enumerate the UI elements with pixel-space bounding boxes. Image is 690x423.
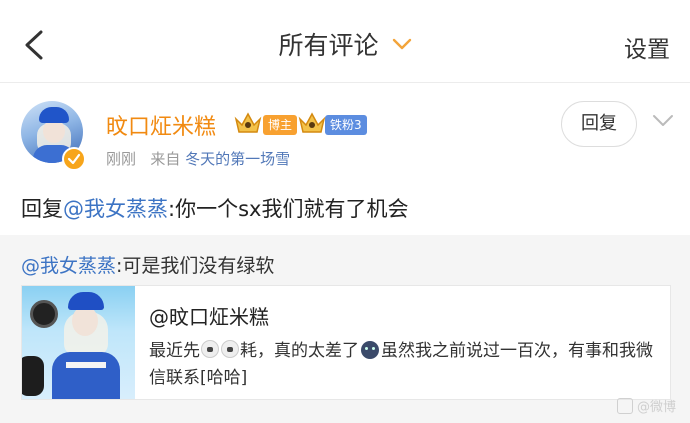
source-prefix: 来自 (150, 150, 181, 168)
quoted-text: @我女蒸蒸:可是我们没有绿软 (21, 251, 274, 278)
source-link[interactable]: 冬天的第一场雪 (185, 150, 290, 168)
quoted-body: :可是我们没有绿软 (116, 255, 275, 277)
top-bar: 所有评论 设置 (0, 0, 690, 83)
chevron-down-icon (392, 38, 411, 50)
more-options-chevron-icon[interactable] (652, 114, 674, 128)
fan-level-badge: 铁粉3 (325, 115, 367, 135)
reply-prefix: 回复 (21, 197, 63, 221)
mention-link[interactable]: @我女蒸蒸 (63, 197, 168, 221)
page-title: 所有评论 (278, 31, 379, 60)
sheep-emoji-icon (221, 340, 239, 358)
weibo-logo-icon (616, 398, 633, 414)
title-dropdown[interactable]: 所有评论 (0, 26, 690, 62)
quoted-comment[interactable]: @我女蒸蒸:可是我们没有绿软 @旼口炡米糕 最近先 耗，真的太差了 虽然我之前说过一… (0, 235, 690, 423)
post-thumbnail[interactable] (22, 286, 135, 399)
comment-meta: 刚刚 来自 冬天的第一场雪 (106, 148, 290, 169)
watermark-text: @微博 (636, 400, 676, 415)
blogger-badge: 博主 (263, 115, 298, 135)
sheep-emoji-icon (201, 340, 219, 358)
settings-button[interactable]: 设置 (624, 30, 670, 64)
face-emoji-icon (361, 341, 379, 359)
comment-body: :你一个sx我们就有了机会 (168, 197, 409, 221)
post-body-part1: 最近先 (149, 341, 200, 361)
comment-time: 刚刚 (106, 150, 137, 168)
comment-text: 回复@我女蒸蒸:你一个sx我们就有了机会 (21, 193, 408, 223)
reply-button[interactable]: 回复 (561, 101, 637, 147)
verified-badge-icon (62, 147, 86, 171)
quoted-mention-link[interactable]: @我女蒸蒸 (21, 255, 116, 277)
quoted-post-card[interactable]: @旼口炡米糕 最近先 耗，真的太差了 虽然我之前说过一百次，有事和我微信联系[哈哈] (21, 285, 671, 400)
watermark: @微博 (616, 396, 676, 415)
username[interactable]: 旼口炡米糕 (106, 109, 216, 141)
post-body-part2: 耗，真的太差了 (240, 341, 359, 361)
crown-icon (298, 112, 326, 133)
crown-icon (234, 112, 262, 133)
post-author[interactable]: @旼口炡米糕 (149, 301, 269, 330)
post-body: 最近先 耗，真的太差了 虽然我之前说过一百次，有事和我微信联系[哈哈] (149, 338, 661, 392)
